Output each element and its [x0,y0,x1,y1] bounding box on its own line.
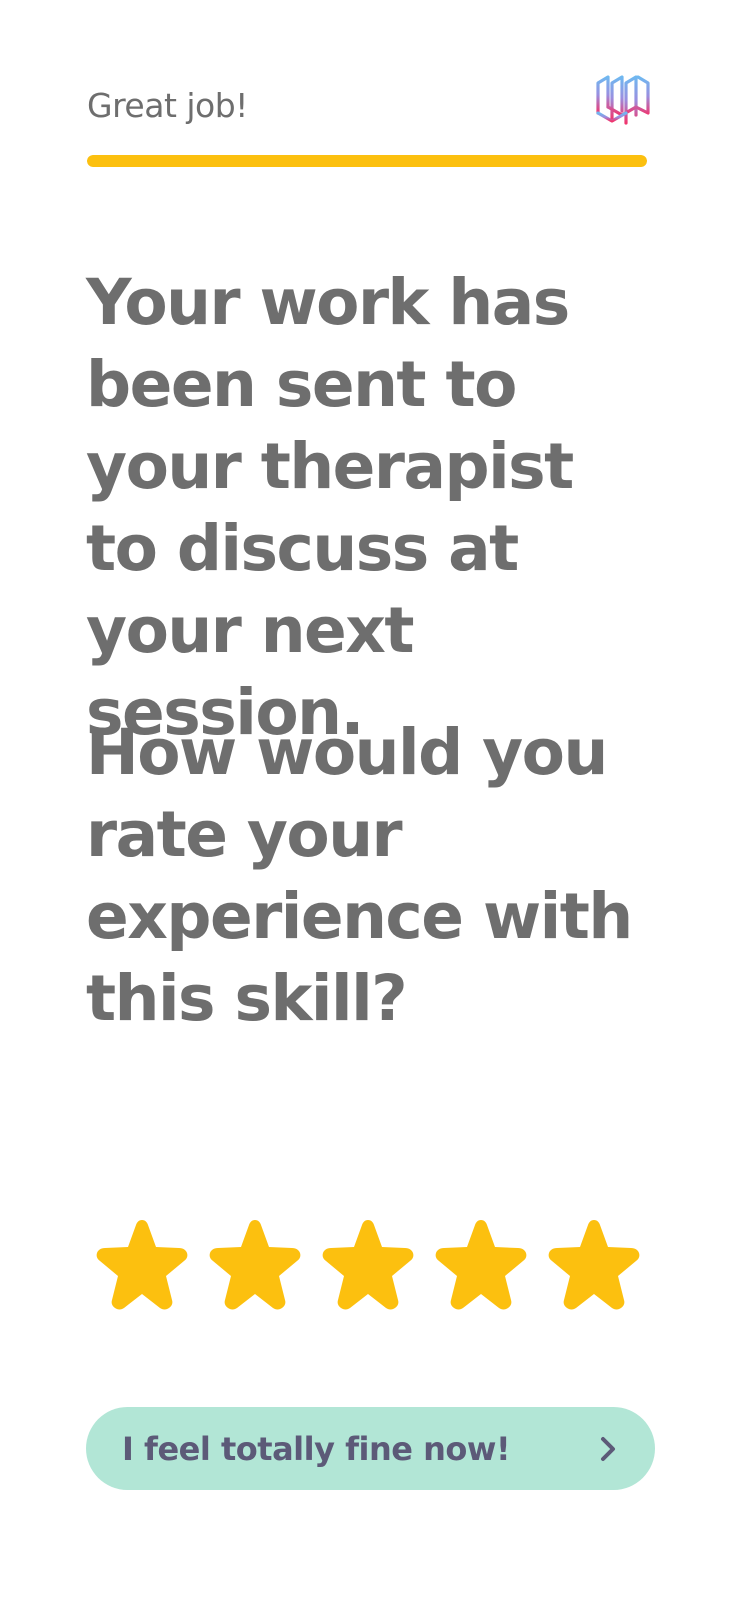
continue-button[interactable]: I feel totally fine now! [86,1407,655,1490]
star-icon[interactable] [87,1214,197,1318]
star-icon[interactable] [200,1214,310,1318]
star-icon[interactable] [539,1214,649,1318]
brand-logo-icon [594,71,652,129]
header-title: Great job! [87,86,248,125]
progress-bar [87,155,647,167]
star-rating[interactable] [87,1214,649,1318]
progress-bar-fill [87,155,647,167]
rating-question: How would you rate your experience with … [86,716,633,1035]
star-icon[interactable] [313,1214,423,1318]
chevron-right-icon [597,1434,619,1464]
star-icon[interactable] [426,1214,536,1318]
continue-button-label: I feel totally fine now! [122,1429,511,1468]
confirmation-message: Your work has been sent to your therapis… [86,266,574,749]
